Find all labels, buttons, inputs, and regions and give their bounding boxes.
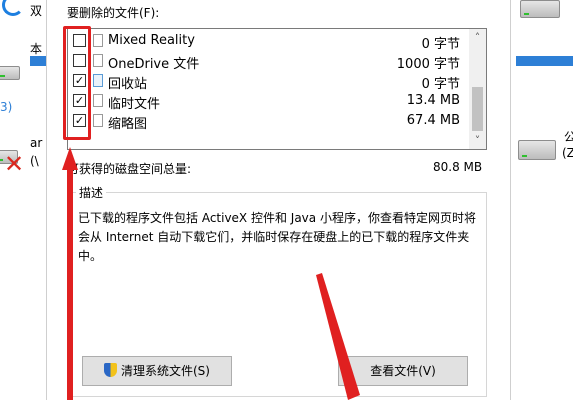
bg-text-4: ar [30,136,43,150]
disk-cleanup-dialog: 要删除的文件(F): Mixed Reality 0 字节 OneDrive 文… [46,0,511,400]
bg-text-1: 双 [30,4,43,18]
view-files-button[interactable]: 查看文件(V) [338,356,468,386]
view-files-label: 查看文件(V) [370,364,436,378]
list-item[interactable]: ✓ 临时文件 13.4 MB [68,91,468,112]
file-size: 0 字节 [421,77,460,92]
file-name: 缩略图 [108,117,148,132]
file-name: 临时文件 [108,97,161,112]
description-group: 描述 已下载的程序文件包括 ActiveX 控件和 Java 小程序，你查看特定… [67,184,487,397]
description-text: 已下载的程序文件包括 ActiveX 控件和 Java 小程序，你查看特定网页时… [78,211,476,263]
app-logo-icon [2,0,24,16]
network-drive-icon-right [518,140,556,160]
file-size: 0 字节 [421,37,460,52]
list-item[interactable]: Mixed Reality 0 字节 [68,31,468,52]
list-scrollbar[interactable]: ˄ ˅ [469,29,486,149]
list-item[interactable]: ✓ 缩略图 67.4 MB [68,111,468,132]
file-size: 1000 字节 [396,57,460,72]
file-icon [93,114,103,127]
bg-text-3: 3) [0,100,13,114]
file-size: 13.4 MB [406,93,460,108]
clean-system-files-button[interactable]: 清理系统文件(S) [82,356,232,386]
highlight-box [63,26,91,140]
list-item[interactable]: OneDrive 文件 1000 字节 [68,51,468,72]
files-to-delete-list[interactable]: Mixed Reality 0 字节 OneDrive 文件 1000 字节 ✓… [67,28,487,150]
shield-icon [104,363,117,377]
drive-icon-right [520,0,560,18]
file-size: 67.4 MB [406,113,460,128]
bg-drive-usage-bar [30,56,46,66]
drive-icon [0,66,20,80]
chevron-up-icon[interactable]: ˄ [469,29,486,46]
scrollbar-thumb[interactable] [472,87,483,131]
bg-text-right-2: (Z [562,146,573,160]
file-icon [93,94,103,107]
total-space-label: 可获得的磁盘空间总量: [67,162,192,176]
list-item[interactable]: ✓ 回收站 0 字节 [68,71,468,92]
recycle-bin-icon [93,74,103,87]
bg-text-right-1: 公 [564,130,573,144]
total-space-value: 80.8 MB [433,160,483,174]
file-name: Mixed Reality [108,33,195,48]
file-icon [93,54,103,67]
chevron-down-icon[interactable]: ˅ [469,132,486,149]
files-to-delete-label: 要删除的文件(F): [67,6,160,20]
file-name: 回收站 [108,77,148,92]
file-icon [93,34,103,47]
bg-text-2: 本 [30,42,43,56]
bg-text-5: (\ [30,154,39,168]
disconnected-x-icon: ✕ [4,150,25,178]
bg-drive-usage-bar-right [516,56,573,66]
description-title: 描述 [76,184,107,201]
clean-system-files-label: 清理系统文件(S) [121,364,210,378]
file-name: OneDrive 文件 [108,57,200,72]
